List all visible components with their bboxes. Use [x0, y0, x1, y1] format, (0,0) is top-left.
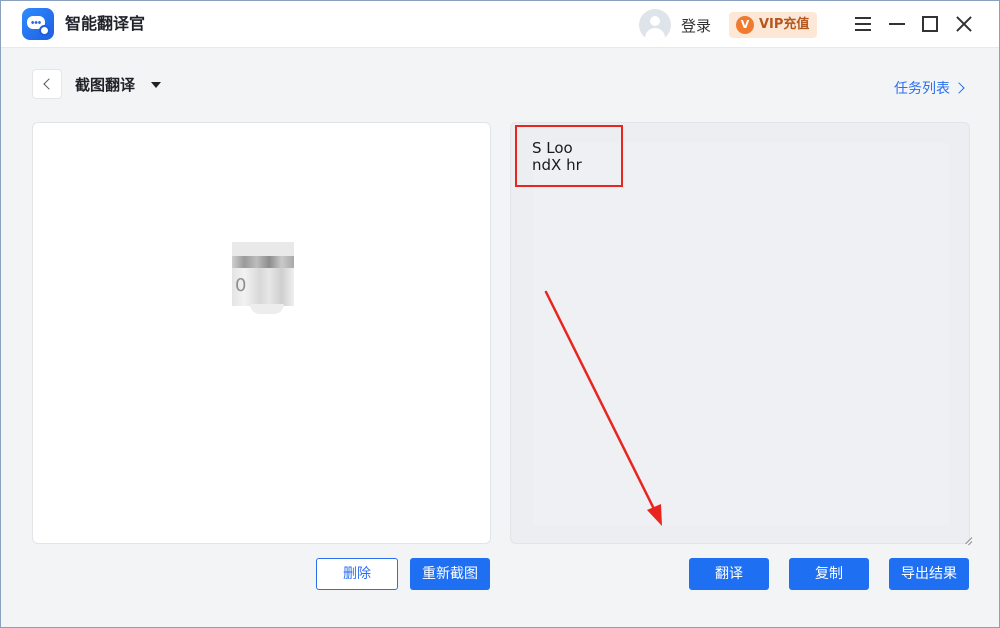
- caret-down-icon: [151, 82, 161, 88]
- translate-button[interactable]: 翻译: [689, 558, 769, 590]
- avatar-icon[interactable]: [639, 9, 671, 41]
- thumbnail-text: 0: [235, 275, 247, 296]
- vip-icon: V: [736, 16, 754, 34]
- export-button[interactable]: 导出结果: [889, 558, 969, 590]
- copy-button[interactable]: 复制: [789, 558, 869, 590]
- ocr-line-1: S Loo: [532, 139, 573, 157]
- ocr-line-2: ndX hr: [532, 156, 582, 174]
- close-icon[interactable]: [951, 11, 977, 37]
- mode-selector[interactable]: 截图翻译: [75, 74, 161, 96]
- title-bar: 智能翻译官 登录 V VIP充值: [1, 1, 999, 48]
- app-logo-icon: [22, 8, 54, 40]
- vip-label: VIP充值: [759, 17, 810, 32]
- app-window: 智能翻译官 登录 V VIP充值 截图翻译 任务列表 0 S Loo ndX h…: [0, 0, 1000, 628]
- result-textarea[interactable]: [533, 143, 973, 546]
- mode-label: 截图翻译: [75, 76, 136, 94]
- minimize-icon[interactable]: [884, 11, 910, 37]
- task-list-link[interactable]: 任务列表: [894, 79, 950, 99]
- result-panel: S Loo ndX hr: [510, 122, 973, 546]
- resize-grip-icon[interactable]: [962, 534, 973, 546]
- screenshot-thumbnail: 0: [232, 242, 294, 314]
- recapture-button[interactable]: 重新截图: [410, 558, 490, 590]
- back-button[interactable]: [32, 69, 62, 99]
- login-link[interactable]: 登录: [681, 16, 711, 36]
- chevron-right-icon[interactable]: [953, 82, 965, 94]
- source-image-panel: 0: [32, 122, 491, 544]
- vip-recharge-button[interactable]: V VIP充值: [729, 12, 817, 38]
- maximize-icon[interactable]: [917, 11, 943, 37]
- delete-button[interactable]: 删除: [316, 558, 398, 590]
- app-title: 智能翻译官: [65, 14, 146, 33]
- menu-icon[interactable]: [850, 11, 876, 37]
